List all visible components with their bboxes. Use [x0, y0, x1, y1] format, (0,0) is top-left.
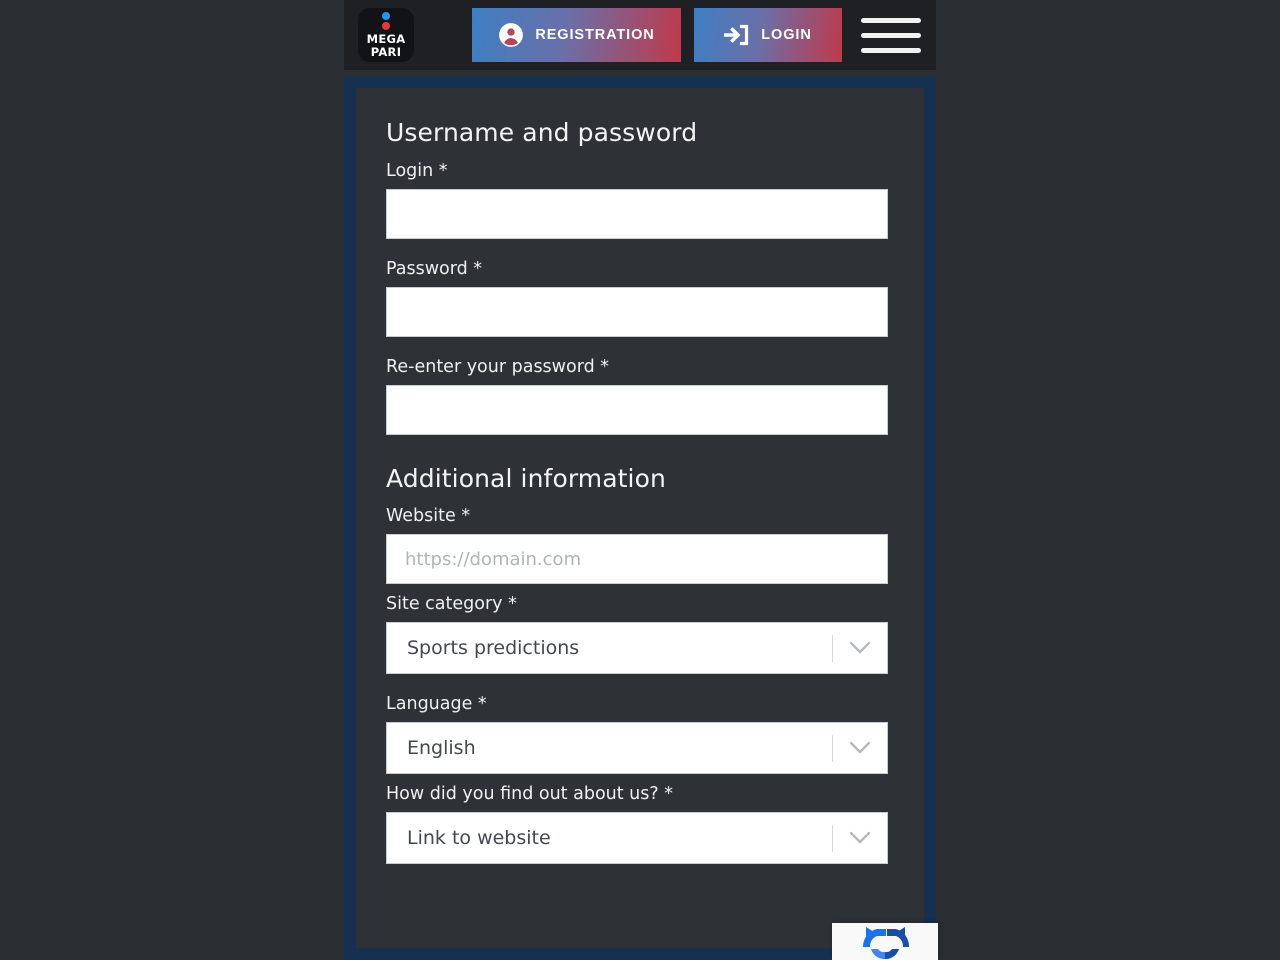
- referral-field-label: How did you find out about us? *: [386, 784, 673, 804]
- referral-divider: [832, 825, 833, 852]
- site-category-selected-value: Sports predictions: [407, 637, 580, 659]
- recaptcha-badge[interactable]: [832, 923, 938, 960]
- chevron-down-icon: [849, 831, 871, 844]
- hamburger-bar-2: [861, 32, 921, 38]
- password-repeat-field-label: Re-enter your password *: [386, 357, 610, 377]
- hamburger-bar-1: [861, 17, 921, 23]
- login-input[interactable]: [386, 189, 888, 239]
- login-arrow-icon: [724, 24, 749, 46]
- logo-dot-red-icon: [382, 22, 390, 30]
- user-circle-icon: [499, 23, 524, 47]
- logo-dots: [382, 12, 390, 30]
- site-category-field-label: Site category *: [386, 594, 517, 614]
- chevron-down-icon: [849, 741, 871, 754]
- password-input[interactable]: [386, 287, 888, 337]
- password-repeat-input[interactable]: [386, 385, 888, 435]
- login-button[interactable]: LOGIN: [694, 8, 842, 62]
- site-header: MEGA PARI REGISTRATION LOGIN: [344, 0, 936, 70]
- site-category-divider: [832, 635, 833, 662]
- section-heading-credentials: Username and password: [386, 118, 698, 147]
- registration-button[interactable]: REGISTRATION: [472, 8, 681, 62]
- language-select[interactable]: English: [386, 722, 888, 774]
- content-frame: Username and password Login * Password *…: [344, 76, 936, 960]
- logo-text-pari: PARI: [370, 45, 402, 59]
- logo-dot-blue-icon: [382, 12, 390, 20]
- password-field-label: Password *: [386, 259, 483, 279]
- hamburger-bar-3: [861, 47, 921, 53]
- language-divider: [832, 735, 833, 762]
- login-field-label: Login *: [386, 161, 448, 181]
- registration-form-panel: Username and password Login * Password *…: [356, 88, 924, 948]
- referral-select[interactable]: Link to website: [386, 812, 888, 864]
- site-category-select[interactable]: Sports predictions: [386, 622, 888, 674]
- megapari-logo[interactable]: MEGA PARI: [358, 8, 414, 62]
- logo-text-mega: MEGA: [366, 32, 406, 46]
- login-button-label: LOGIN: [761, 27, 812, 43]
- website-input[interactable]: [386, 534, 888, 584]
- section-heading-additional: Additional information: [386, 464, 666, 493]
- website-field-label: Website *: [386, 506, 471, 526]
- referral-selected-value: Link to website: [407, 827, 551, 849]
- language-field-label: Language *: [386, 694, 487, 714]
- hamburger-menu-icon[interactable]: [861, 12, 921, 58]
- registration-button-label: REGISTRATION: [535, 27, 655, 43]
- chevron-down-icon: [849, 641, 871, 654]
- language-selected-value: English: [407, 737, 476, 759]
- mobile-viewport: MEGA PARI REGISTRATION LOGIN Username an…: [344, 0, 936, 960]
- recaptcha-logo-icon: [862, 926, 910, 959]
